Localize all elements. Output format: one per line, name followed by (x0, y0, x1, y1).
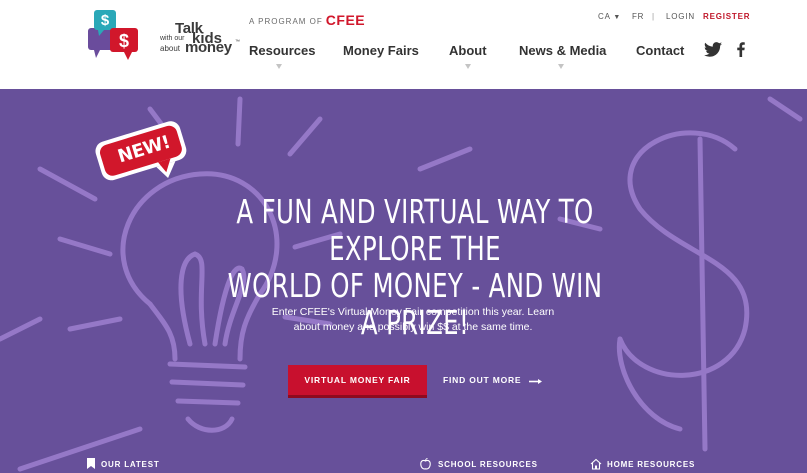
nav-about[interactable]: About (449, 43, 487, 58)
program-prefix: A PROGRAM OF (249, 17, 323, 26)
facebook-icon[interactable] (737, 42, 745, 57)
site-header: $ $ Talk with our kids about money ™ A P… (0, 0, 807, 89)
logo-trademark: ™ (235, 39, 240, 45)
hero-headline-line-1: A FUN AND VIRTUAL WAY TO EXPLORE THE (236, 192, 594, 268)
svg-text:$: $ (101, 12, 110, 29)
nav-about-dropdown-icon (465, 64, 471, 69)
program-of-cfee[interactable]: A PROGRAM OF CFEE (249, 11, 366, 28)
chevron-down-icon: ▼ (613, 14, 622, 21)
virtual-money-fair-button[interactable]: VIRTUAL MONEY FAIR (288, 365, 427, 395)
bookmark-icon (87, 458, 95, 469)
utility-separator: | (652, 12, 655, 21)
nav-news-media-dropdown-icon (558, 64, 564, 69)
nav-resources-dropdown-icon (276, 64, 282, 69)
region-selector[interactable]: CA ▼ (598, 12, 621, 21)
twitter-icon[interactable] (704, 42, 722, 57)
hero-description-line-1: Enter CFEE's Virtual Money Fair competit… (271, 306, 555, 318)
region-label: CA (598, 12, 611, 21)
logo-about-text: about (160, 44, 181, 53)
nav-money-fairs[interactable]: Money Fairs (343, 43, 419, 58)
hero-description: Enter CFEE's Virtual Money Fair competit… (248, 305, 578, 335)
svg-text:$: $ (119, 31, 129, 51)
register-link[interactable]: REGISTER (703, 12, 750, 21)
login-link[interactable]: LOGIN (666, 12, 695, 21)
logo-money-text: money (185, 39, 232, 56)
cfee-logo-text: CFEE (325, 12, 366, 28)
arrow-right-icon (529, 379, 542, 384)
home-icon (590, 458, 602, 470)
apple-icon (420, 458, 431, 470)
nav-resources[interactable]: Resources (249, 43, 315, 58)
find-out-more-link[interactable]: FIND OUT MORE (443, 375, 521, 385)
language-fr-link[interactable]: FR (632, 12, 644, 21)
our-latest-link[interactable]: OUR LATEST (101, 460, 160, 469)
nav-news-media[interactable]: News & Media (519, 43, 606, 58)
hero-description-line-2: about money and possibly win $$ at the s… (293, 321, 533, 333)
school-resources-link[interactable]: SCHOOL RESOURCES (438, 460, 538, 469)
home-resources-link[interactable]: HOME RESOURCES (607, 460, 695, 469)
nav-contact[interactable]: Contact (636, 43, 684, 58)
